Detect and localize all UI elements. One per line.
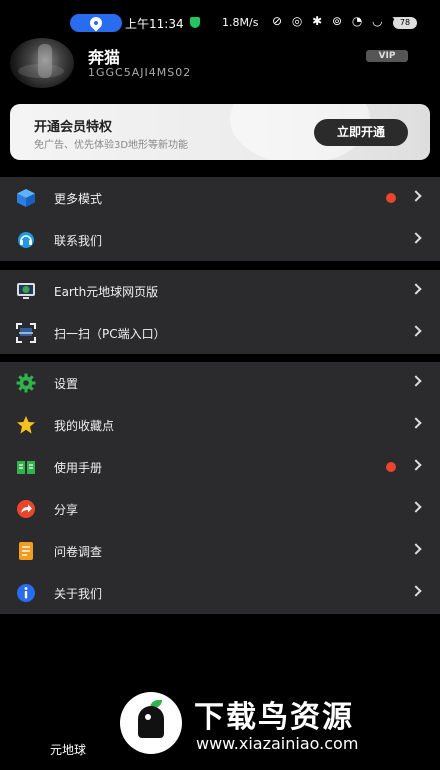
status-bar: 上午11:34 1.8M/s ⊘ ◎ ✱ ⊚ ◔ ◡ ◥ 78 <box>0 0 440 40</box>
battery-icon: 78 <box>393 17 417 29</box>
chevron-right-icon <box>410 501 422 513</box>
chevron-right-icon <box>410 585 422 597</box>
menu-item-label: Earth元地球网页版 <box>54 285 159 299</box>
location-pin-icon <box>87 14 105 32</box>
bottom-tab-label[interactable]: 元地球 <box>50 741 86 758</box>
menu-item-label: 使用手册 <box>54 461 103 475</box>
menu-item-survey[interactable]: 问卷调查 <box>0 530 440 572</box>
info-icon <box>17 584 35 602</box>
book-icon <box>17 461 35 474</box>
menu-item-label: 问卷调查 <box>54 545 103 559</box>
scan-icon <box>16 323 36 343</box>
menu-item-label: 更多模式 <box>54 192 103 206</box>
gear-icon <box>16 373 36 393</box>
share-icon <box>17 500 35 518</box>
membership-subtitle: 免广告、优先体验3D地形等新功能 <box>34 140 189 151</box>
user-name[interactable]: 奔猫 <box>88 44 120 68</box>
bird-logo-icon <box>120 692 182 754</box>
chevron-right-icon <box>410 283 422 295</box>
membership-title: 开通会员特权 <box>34 120 113 135</box>
menu-item-label: 我的收藏点 <box>54 419 115 433</box>
chevron-right-icon <box>410 459 422 471</box>
menu-group-1: 更多模式 联系我们 <box>0 177 440 261</box>
menu-item-manual[interactable]: 使用手册 <box>0 446 440 488</box>
menu-item-contact-us[interactable]: 联系我们 <box>0 219 440 261</box>
chevron-right-icon <box>410 543 422 555</box>
chevron-right-icon <box>410 190 422 202</box>
menu-item-about-us[interactable]: 关于我们 <box>0 572 440 614</box>
headset-icon <box>18 232 34 248</box>
cube-icon <box>17 189 35 207</box>
location-indicator[interactable] <box>70 14 122 32</box>
watermark-banner: 下载鸟资源 www.xiazainiao.com <box>114 684 422 762</box>
watermark-url: www.xiazainiao.com <box>196 734 359 753</box>
menu-item-label: 设置 <box>54 377 79 391</box>
menu-group-3: 设置 我的收藏点 使用手册 分享 问卷调查 关于我们 <box>0 362 440 614</box>
menu-item-earth-web[interactable]: Earth元地球网页版 <box>0 270 440 312</box>
chevron-right-icon <box>410 232 422 244</box>
menu-item-more-modes[interactable]: 更多模式 <box>0 177 440 219</box>
menu-item-share[interactable]: 分享 <box>0 488 440 530</box>
menu-item-scan[interactable]: 扫一扫（PC端入口） <box>0 312 440 354</box>
open-membership-button[interactable]: 立即开通 <box>314 119 408 146</box>
vip-badge[interactable]: VIP <box>366 50 408 62</box>
membership-card[interactable]: 开通会员特权 免广告、优先体验3D地形等新功能 立即开通 <box>10 104 430 160</box>
menu-item-label: 分享 <box>54 503 79 517</box>
watermark-title: 下载鸟资源 <box>194 700 354 735</box>
menu-item-label: 扫一扫（PC端入口） <box>54 327 166 341</box>
network-speed: 1.8M/s <box>222 16 259 29</box>
menu-item-settings[interactable]: 设置 <box>0 362 440 404</box>
shield-icon <box>190 17 200 28</box>
menu-item-label: 联系我们 <box>54 234 103 248</box>
monitor-globe-icon <box>17 283 35 299</box>
survey-icon <box>19 542 33 560</box>
user-id: 1GGC5AJI4MS02 <box>88 66 192 79</box>
menu-group-2: Earth元地球网页版 扫一扫（PC端入口） <box>0 270 440 354</box>
chevron-right-icon <box>410 417 422 429</box>
chevron-right-icon <box>410 325 422 337</box>
menu-item-favorites[interactable]: 我的收藏点 <box>0 404 440 446</box>
status-time: 上午11:34 <box>125 17 184 31</box>
status-icons: ⊘ ◎ ✱ ⊚ ◔ ◡ ◥ <box>272 14 405 28</box>
chevron-right-icon <box>410 375 422 387</box>
notification-dot <box>386 193 396 203</box>
avatar[interactable] <box>10 38 74 88</box>
notification-dot <box>386 462 396 472</box>
star-icon <box>17 416 35 434</box>
menu-item-label: 关于我们 <box>54 587 103 601</box>
